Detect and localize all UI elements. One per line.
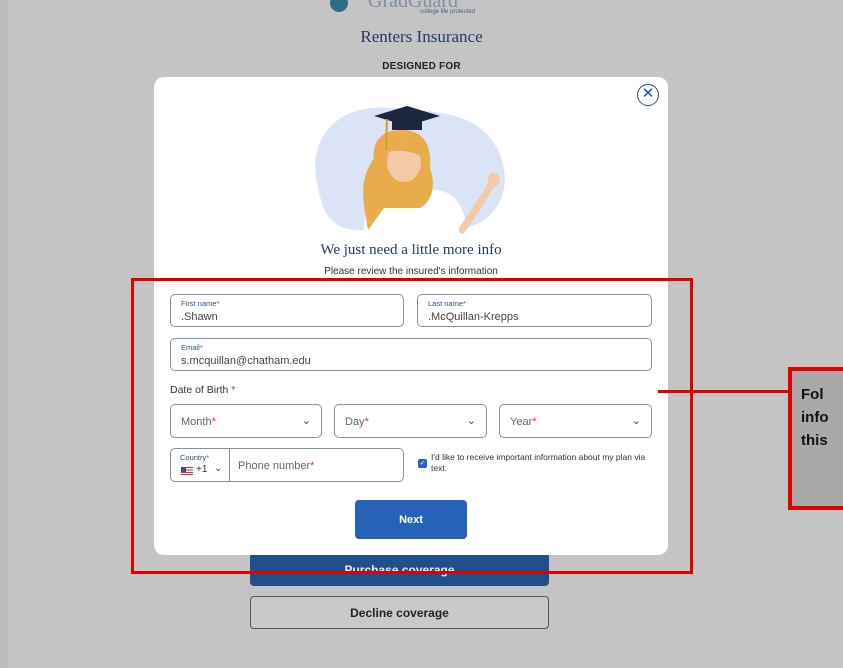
- decline-coverage-button[interactable]: Decline coverage: [250, 596, 549, 629]
- logo-icon: [330, 0, 348, 12]
- close-icon[interactable]: ✕: [637, 84, 659, 106]
- brand-tagline: college life protected: [420, 9, 476, 15]
- annotation-connector: [658, 390, 792, 393]
- modal-subtitle: Please review the insured's information: [324, 266, 498, 277]
- annotation-highlight-box: [131, 278, 693, 574]
- designed-for-label: DESIGNED FOR: [382, 61, 461, 72]
- annotation-callout-text: Fol info this: [801, 386, 829, 449]
- page-title: Renters Insurance: [360, 27, 483, 46]
- annotation-callout: Fol info this: [788, 367, 843, 510]
- brand-logo: GradGuard college life protected: [328, 0, 488, 18]
- modal-title: We just need a little more info: [320, 242, 502, 258]
- graduate-illustration: [315, 106, 505, 234]
